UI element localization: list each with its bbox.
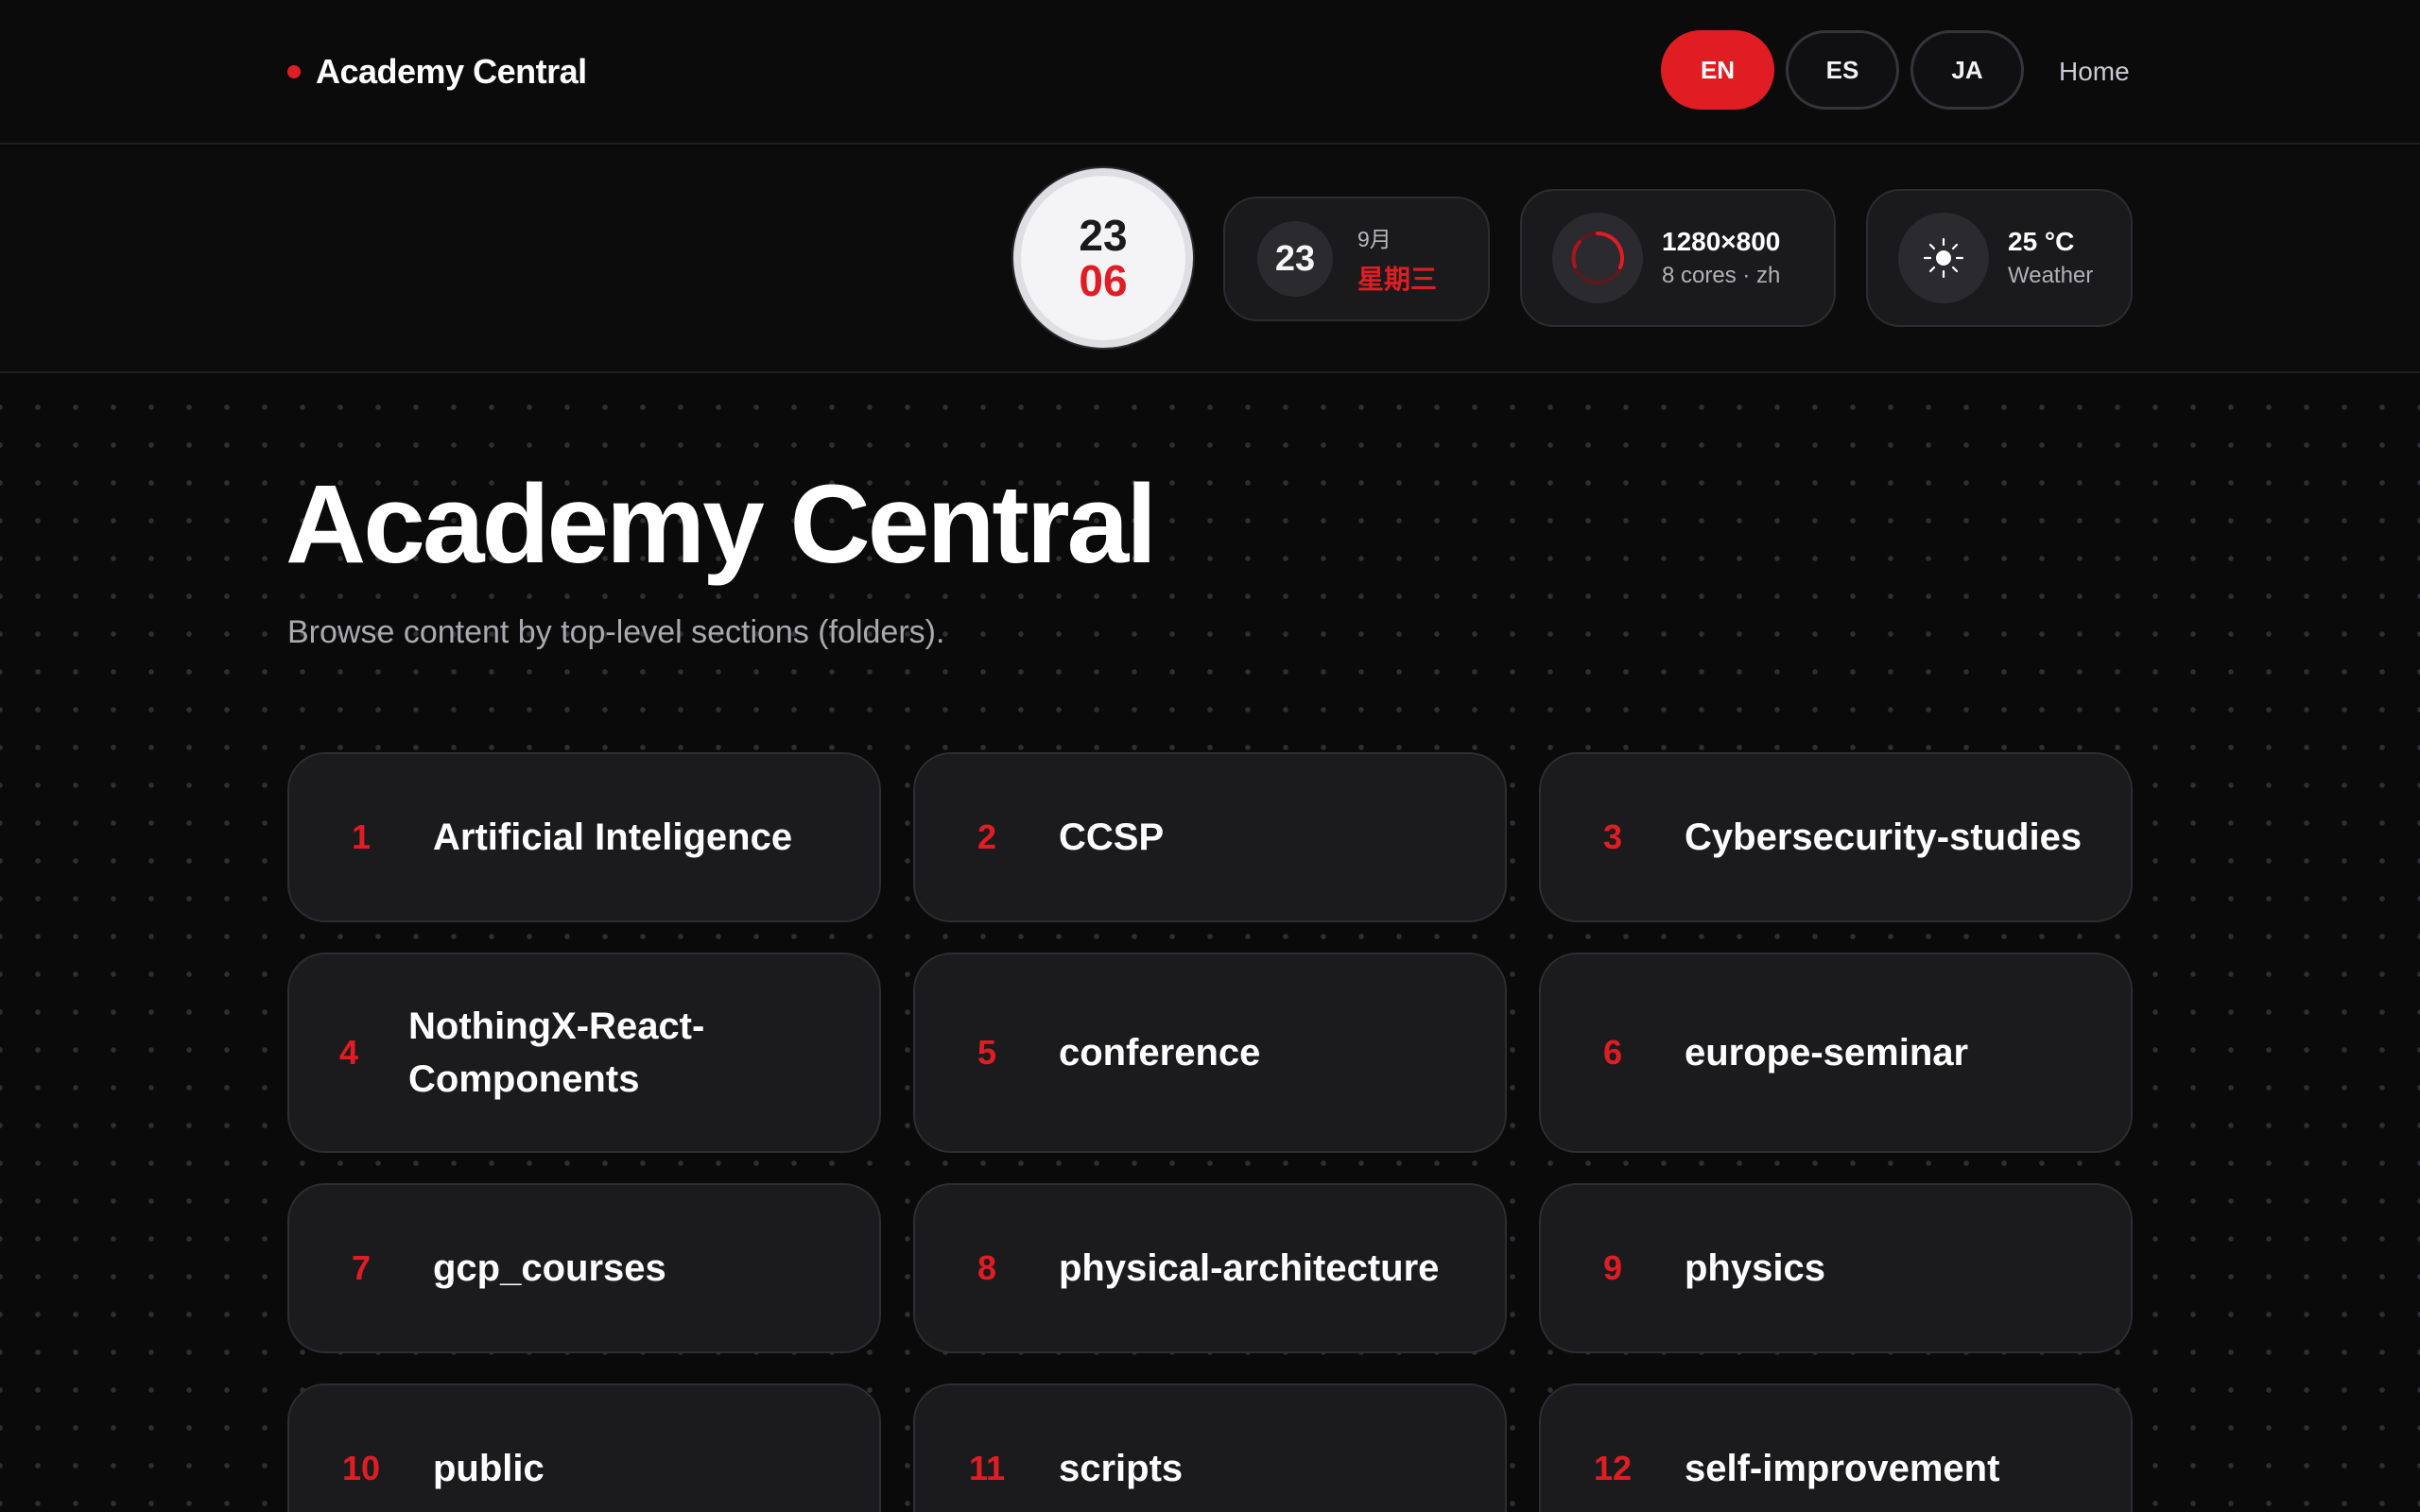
spinner-icon xyxy=(1571,232,1624,284)
sections-grid: 1 Artificial Inteligence 2 CCSP 3 Cybers… xyxy=(287,752,2133,1512)
section-card[interactable]: 5 conference xyxy=(913,953,1507,1153)
page-subtitle: Browse content by top-level sections (fo… xyxy=(287,614,945,650)
weather-temperature: 25 °C xyxy=(2008,227,2075,256)
system-texts: 1280×800 8 cores · zh xyxy=(1662,227,1780,289)
section-card[interactable]: 3 Cybersecurity-studies xyxy=(1539,752,2133,922)
clock-minute: 06 xyxy=(1079,256,1128,305)
section-number: 12 xyxy=(1593,1449,1633,1487)
weather-indicator xyxy=(1898,213,1989,303)
section-title: conference xyxy=(1059,1032,1261,1074)
section-number: 2 xyxy=(977,817,997,856)
section-title: self-improvement xyxy=(1685,1448,2000,1489)
section-title: CCSP xyxy=(1059,816,1165,858)
section-card[interactable]: 9 physics xyxy=(1539,1183,2133,1353)
brand[interactable]: Academy Central xyxy=(287,49,587,94)
section-number: 3 xyxy=(1602,817,1623,856)
weather-texts: 25 °C Weather xyxy=(2008,227,2093,289)
section-card[interactable]: 12 self-improvement xyxy=(1539,1383,2133,1512)
section-number: 10 xyxy=(341,1449,381,1487)
section-title: scripts xyxy=(1059,1448,1184,1489)
section-card[interactable]: 4 NothingX-React-Components xyxy=(287,953,881,1153)
language-switcher: EN ES JA xyxy=(1661,30,2024,110)
section-title: physics xyxy=(1685,1247,1825,1289)
section-card[interactable]: 7 gcp_courses xyxy=(287,1183,881,1353)
top-navigation-bar: Academy Central EN ES JA Home xyxy=(0,0,2420,145)
section-card[interactable]: 11 scripts xyxy=(913,1383,1507,1512)
sun-icon xyxy=(1923,237,1964,279)
section-title: Artificial Inteligence xyxy=(433,816,793,858)
clock-widget: 23 06 xyxy=(1013,168,1193,348)
section-title: physical-architecture xyxy=(1059,1247,1440,1289)
weather-label: Weather xyxy=(2008,263,2094,288)
date-day: 23 xyxy=(1274,238,1316,279)
brand-dot-icon xyxy=(287,65,301,78)
home-link[interactable]: Home xyxy=(2059,53,2130,91)
date-weekday: 星期三 xyxy=(1357,265,1438,294)
section-title: public xyxy=(433,1448,544,1489)
section-number: 5 xyxy=(977,1033,997,1072)
section-number: 4 xyxy=(338,1033,359,1072)
section-card[interactable]: 2 CCSP xyxy=(913,752,1507,922)
section-number: 1 xyxy=(351,817,372,856)
section-number: 7 xyxy=(351,1248,372,1287)
language-button-en[interactable]: EN xyxy=(1661,30,1774,110)
section-card[interactable]: 1 Artificial Inteligence xyxy=(287,752,881,922)
section-title: europe-seminar xyxy=(1685,1032,1969,1074)
system-resolution: 1280×800 xyxy=(1662,227,1781,256)
section-title: NothingX-React-Components xyxy=(408,1005,705,1100)
section-card[interactable]: 6 europe-seminar xyxy=(1539,953,2133,1153)
language-button-es[interactable]: ES xyxy=(1786,30,1899,110)
system-widget: 1280×800 8 cores · zh xyxy=(1520,189,1836,327)
page-title: Academy Central xyxy=(285,462,1157,587)
date-day-badge: 23 xyxy=(1257,221,1333,297)
clock-hour: 23 xyxy=(1079,211,1128,260)
system-indicator xyxy=(1552,213,1643,303)
section-card[interactable]: 8 physical-architecture xyxy=(913,1183,1507,1353)
section-title: gcp_courses xyxy=(433,1247,666,1289)
date-texts: 9月 星期三 xyxy=(1357,221,1437,297)
system-detail: 8 cores · zh xyxy=(1662,263,1781,288)
weather-widget: 25 °C Weather xyxy=(1866,189,2133,327)
section-title: Cybersecurity-studies xyxy=(1685,816,2083,858)
brand-name: Academy Central xyxy=(316,52,587,91)
section-number: 11 xyxy=(968,1449,1006,1487)
date-widget: 23 9月 星期三 xyxy=(1223,197,1490,321)
section-number: 9 xyxy=(1602,1248,1623,1287)
date-month: 9月 xyxy=(1357,227,1392,251)
language-button-ja[interactable]: JA xyxy=(1910,30,2024,110)
section-card[interactable]: 10 public xyxy=(287,1383,881,1512)
section-number: 6 xyxy=(1602,1033,1623,1072)
section-number: 8 xyxy=(977,1248,997,1287)
